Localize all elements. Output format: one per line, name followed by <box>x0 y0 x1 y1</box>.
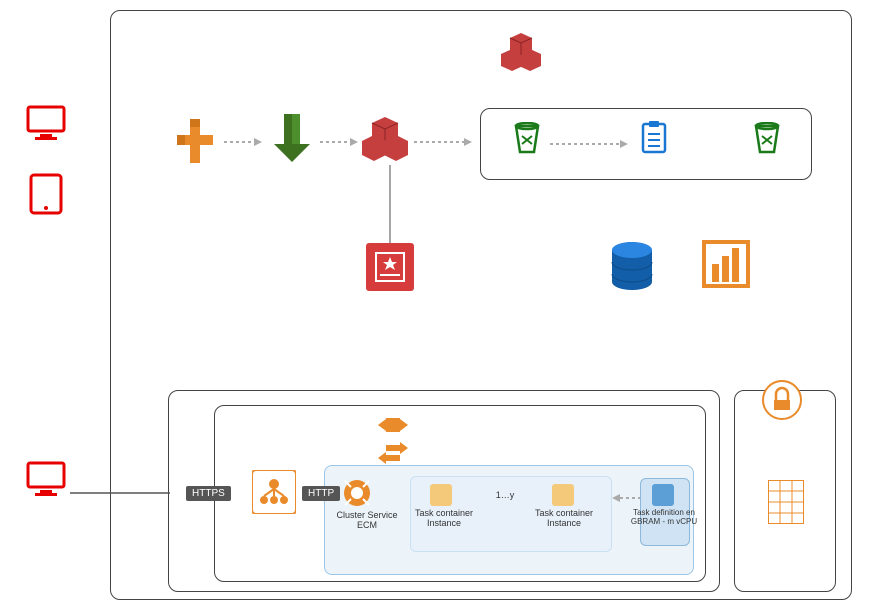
arrow-icon <box>414 138 474 146</box>
task1-label: Task container Instance <box>414 508 474 528</box>
task-container-icon <box>552 484 574 506</box>
arrow-icon <box>320 138 360 146</box>
task-list-icon <box>640 120 668 154</box>
task-definition-icon <box>652 484 674 506</box>
autoscaling-icon <box>376 412 410 438</box>
arrow-icon <box>224 138 264 146</box>
cluster-label: Cluster Service ECM <box>332 510 402 530</box>
bucket-icon <box>752 122 782 156</box>
connector-line <box>70 492 170 494</box>
certificate-manager-icon <box>366 243 414 291</box>
client-tablet-icon <box>28 172 64 216</box>
task-range-label: 1…y <box>490 490 520 500</box>
client-desktop-icon <box>25 460 67 498</box>
task2-label: Task container Instance <box>532 508 596 528</box>
bucket-icon <box>512 122 542 156</box>
autoscaling-icon <box>376 442 410 464</box>
target-group-icon <box>342 478 372 508</box>
grid-icon <box>768 480 804 524</box>
ecr-icon <box>762 380 802 420</box>
https-label: HTTPS <box>186 486 231 501</box>
arrow-icon <box>550 140 630 148</box>
connector-line <box>388 165 392 243</box>
client-desktop-icon <box>25 104 67 142</box>
cloudfront-icon <box>173 115 217 167</box>
distribution-icon <box>498 30 544 76</box>
api-gateway-icon <box>360 115 410 161</box>
task-container-icon <box>430 484 452 506</box>
load-balancer-icon <box>252 470 296 514</box>
cloudwatch-icon <box>700 238 752 290</box>
dynamodb-icon <box>608 240 656 292</box>
arrow-icon <box>612 494 640 502</box>
s3-icon <box>270 110 314 164</box>
task-definition-label: Task definition en GBRAM - m vCPU <box>630 508 698 526</box>
http-label: HTTP <box>302 486 340 501</box>
